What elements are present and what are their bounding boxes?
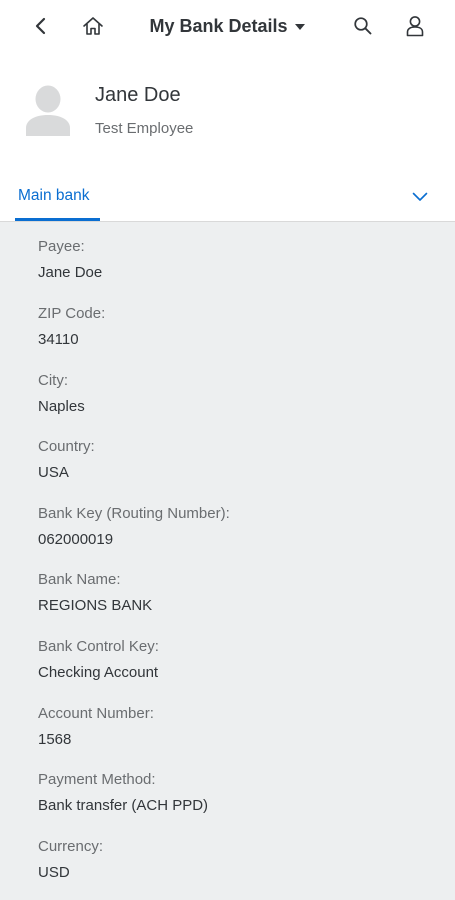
tab-bar: Main bank (0, 172, 455, 222)
field-value: Checking Account (38, 664, 159, 681)
chevron-down-icon (412, 192, 428, 201)
field-label: City: (38, 372, 68, 389)
page-title-menu[interactable]: My Bank Details (0, 13, 455, 39)
active-tab-indicator (15, 218, 100, 221)
field-value: Jane Doe (38, 264, 103, 281)
field-bank-control-key: Bank Control Key: Checking Account (38, 638, 159, 682)
field-value: USA (38, 464, 69, 481)
field-bank-name: Bank Name: REGIONS BANK (38, 571, 152, 615)
field-value: 1568 (38, 731, 72, 748)
field-payment-method: Payment Method: Bank transfer (ACH PPD) (38, 771, 208, 815)
field-currency: Currency: USD (38, 838, 103, 882)
field-zip-code: ZIP Code: 34110 (38, 305, 105, 349)
field-label: ZIP Code: (38, 305, 106, 322)
field-label: Payment Method: (38, 771, 156, 788)
search-button[interactable] (343, 6, 383, 46)
field-label: Bank Control Key: (38, 638, 159, 655)
field-payee: Payee: Jane Doe (38, 238, 102, 282)
field-country: Country: USA (38, 438, 95, 482)
field-value: 34110 (38, 331, 79, 348)
search-icon (354, 17, 372, 35)
employee-name: Jane Doe (95, 84, 181, 106)
field-value: USD (38, 864, 70, 881)
user-icon (406, 16, 424, 37)
field-label: Payee: (38, 238, 85, 255)
top-bar: My Bank Details (0, 0, 455, 52)
person-placeholder-icon (26, 85, 70, 136)
field-label: Bank Key (Routing Number): (38, 505, 230, 522)
field-label: Currency: (38, 838, 104, 855)
field-value: REGIONS BANK (38, 597, 153, 614)
field-account-number: Account Number: 1568 (38, 705, 154, 749)
field-label: Account Number: (38, 705, 154, 722)
page-title: My Bank Details (149, 15, 288, 36)
app-shell: My Bank Details Jane Doe Test Employee M… (0, 0, 455, 900)
field-value: 062000019 (38, 531, 114, 548)
field-city: City: Naples (38, 372, 85, 416)
field-label: Bank Name: (38, 571, 121, 588)
field-value: Naples (38, 398, 85, 415)
field-label: Country: (38, 438, 95, 455)
profile-header: Jane Doe Test Employee (0, 52, 455, 172)
field-value: Bank transfer (ACH PPD) (38, 797, 209, 814)
field-bank-key: Bank Key (Routing Number): 062000019 (38, 505, 230, 549)
bank-details-panel: Payee: Jane Doe ZIP Code: 34110 City: Na… (0, 222, 455, 900)
caret-down-icon (294, 24, 305, 30)
tab-main-bank[interactable]: Main bank (18, 187, 90, 205)
tab-overflow-button[interactable] (404, 184, 436, 210)
employee-role: Test Employee (95, 120, 194, 137)
user-button[interactable] (395, 6, 435, 46)
